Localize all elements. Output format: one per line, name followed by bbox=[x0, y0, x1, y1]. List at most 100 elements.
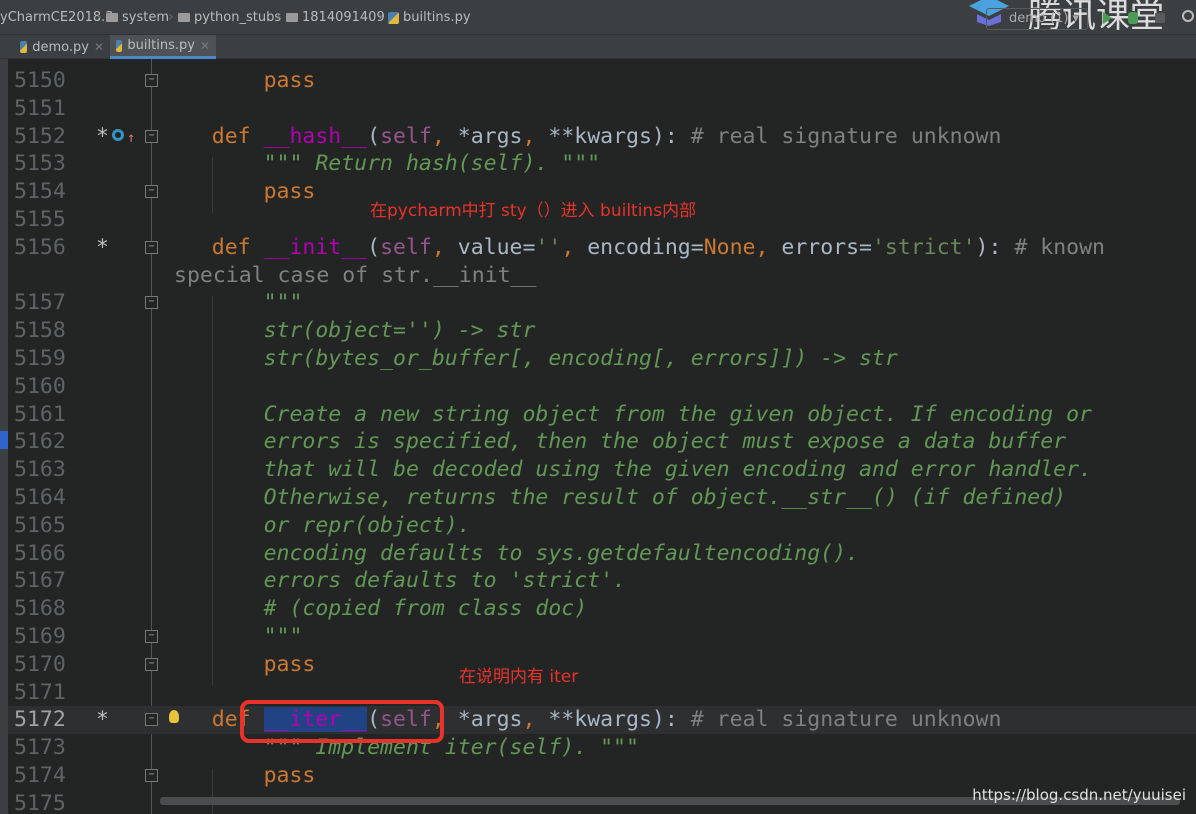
python-file-icon bbox=[116, 39, 123, 52]
line-number: 5164 bbox=[14, 485, 66, 510]
code-line[interactable]: 5168 # (copied from class doc) bbox=[8, 595, 1196, 623]
line-number: 5171 bbox=[14, 679, 66, 705]
fold-icon[interactable]: − bbox=[145, 657, 158, 671]
code-line[interactable]: 5170 − pass bbox=[8, 651, 1196, 679]
code-token: Otherwise, returns the result of object.… bbox=[263, 485, 1067, 510]
code-line[interactable]: 5153 """ Return hash(self). """ bbox=[8, 150, 1196, 178]
code-token: """ Return hash(self). """ bbox=[263, 151, 601, 177]
code-token: pass bbox=[263, 651, 316, 677]
breadcrumb-label: python_stubs bbox=[194, 10, 282, 25]
fold-icon[interactable]: − bbox=[145, 296, 158, 310]
close-icon[interactable]: ✕ bbox=[200, 39, 210, 53]
code-token: , bbox=[522, 123, 549, 149]
code-line[interactable]: 5152 * ↑ − def __hash__(self, *args, **kwar… bbox=[8, 123, 1196, 151]
override-icon[interactable] bbox=[112, 128, 124, 141]
annotation-note: 在pycharm中打 sty（）进入 builtins内部 bbox=[370, 201, 697, 221]
line-number: 5154 bbox=[14, 179, 66, 205]
code-token: 'strict' bbox=[871, 234, 976, 260]
code-token: , bbox=[431, 123, 458, 149]
code-line[interactable]: 5164 Otherwise, returns the result of ob… bbox=[8, 484, 1196, 512]
chevron-right-icon: › bbox=[378, 9, 384, 25]
folder-icon bbox=[106, 13, 118, 22]
line-number: 5165 bbox=[14, 512, 66, 538]
code-token: """ bbox=[263, 624, 303, 649]
line-number: 5155 bbox=[14, 207, 66, 232]
code-line[interactable]: 5150 − pass bbox=[8, 67, 1196, 95]
line-number: 5170 bbox=[14, 651, 66, 677]
code-token: ( bbox=[367, 234, 381, 260]
code-line[interactable]: 5159 str(bytes_or_buffer[, encoding[, er… bbox=[8, 345, 1196, 373]
fold-icon[interactable]: − bbox=[145, 240, 158, 254]
fold-icon[interactable]: − bbox=[145, 713, 158, 727]
tab-demo-py[interactable]: demo.py ✕ bbox=[14, 35, 110, 59]
code-editor[interactable]: 5150− pass 5151 5152 * ↑ − def __hash__(self,… bbox=[8, 59, 1196, 814]
fold-icon[interactable]: − bbox=[145, 769, 158, 782]
bug-icon[interactable] bbox=[1128, 12, 1138, 24]
fold-icon[interactable]: − bbox=[145, 129, 158, 143]
play-icon[interactable] bbox=[1103, 12, 1112, 24]
code-line[interactable]: 5162 errors is specified, then the objec… bbox=[8, 428, 1196, 456]
fold-icon[interactable]: − bbox=[145, 74, 158, 87]
search-icon[interactable] bbox=[1182, 10, 1194, 22]
fold-icon[interactable]: − bbox=[145, 630, 158, 643]
code-line[interactable]: 5163 that will be decoded using the give… bbox=[8, 456, 1196, 484]
stop-icon[interactable] bbox=[1155, 13, 1165, 23]
line-number: 5175 bbox=[14, 790, 66, 814]
code-token: # known bbox=[1014, 234, 1105, 260]
code-text: Otherwise, returns the result of object.… bbox=[160, 484, 1067, 512]
code-line[interactable]: 5151 bbox=[8, 95, 1196, 123]
code-text: str(bytes_or_buffer[, encoding[, errors]… bbox=[160, 345, 898, 373]
fold-icon[interactable]: − bbox=[145, 185, 158, 199]
line-number: 5161 bbox=[14, 401, 66, 427]
code-line[interactable]: 5160 bbox=[8, 373, 1196, 401]
breadcrumb-item-file[interactable]: builtins.py bbox=[388, 10, 471, 25]
run-config-dropdown[interactable]: demo (1) ▾ bbox=[986, 8, 1088, 30]
code-token: None bbox=[703, 234, 756, 260]
code-token: """ bbox=[263, 290, 303, 316]
code-token: self bbox=[380, 234, 432, 260]
tool-window-selected[interactable] bbox=[0, 431, 8, 449]
code-line[interactable]: 5171 bbox=[8, 679, 1196, 707]
breadcrumb-item-folder[interactable]: 1814091409 bbox=[286, 10, 385, 25]
code-line[interactable]: 5156 * − def __init__(self, value='', enco… bbox=[8, 234, 1196, 262]
code-line[interactable]: 5158 str(object='') -> str bbox=[8, 317, 1196, 345]
tab-builtins-py[interactable]: builtins.py ✕ bbox=[110, 35, 216, 59]
code-token: ): bbox=[975, 234, 1015, 260]
code-text: str(object='') -> str bbox=[160, 317, 536, 345]
code-line[interactable]: 5167 errors defaults to 'strict'. bbox=[8, 567, 1196, 595]
breadcrumb-item-python-stubs[interactable]: python_stubs bbox=[178, 10, 281, 25]
folder-icon bbox=[178, 13, 190, 22]
code-text: def __init__(self, value='', encoding=No… bbox=[160, 234, 1105, 262]
line-number: 5153 bbox=[14, 151, 66, 177]
code-line[interactable]: 5157 − """ bbox=[8, 289, 1196, 317]
code-line[interactable]: 5161 Create a new string object from the… bbox=[8, 401, 1196, 429]
code-token: that will be decoded using the given enc… bbox=[263, 457, 1092, 483]
breadcrumb-item-system[interactable]: system bbox=[106, 10, 169, 25]
code-line[interactable]: 5166 encoding defaults to sys.getdefault… bbox=[8, 540, 1196, 568]
code-line[interactable]: 5172 * − def __iter__(self, *args, **kwarg… bbox=[8, 706, 1196, 735]
code-text: pass bbox=[160, 67, 316, 95]
line-number: 5163 bbox=[14, 457, 66, 483]
soft-wrap-line[interactable]: special case of str.__init__ bbox=[8, 262, 1196, 290]
editor-tabs: demo.py ✕ builtins.py ✕ bbox=[0, 35, 1196, 59]
run-config-label: demo (1) bbox=[1009, 11, 1069, 26]
code-line[interactable]: 5173 """ Implement iter(self). """ bbox=[8, 734, 1196, 762]
code-text: that will be decoded using the given enc… bbox=[160, 456, 1092, 484]
code-line[interactable]: 5165 or repr(object). bbox=[8, 512, 1196, 540]
chevron-right-icon: › bbox=[168, 9, 174, 25]
line-number: 5157 bbox=[14, 290, 66, 316]
code-text: Create a new string object from the give… bbox=[160, 401, 1092, 429]
modified-marker: * bbox=[96, 707, 109, 733]
code-token: *args bbox=[457, 123, 523, 149]
annotation-note: 在说明内有 iter bbox=[459, 667, 579, 687]
close-icon[interactable]: ✕ bbox=[94, 40, 104, 54]
line-number: 5159 bbox=[14, 346, 66, 371]
code-line[interactable]: 5169 − """ bbox=[8, 623, 1196, 651]
